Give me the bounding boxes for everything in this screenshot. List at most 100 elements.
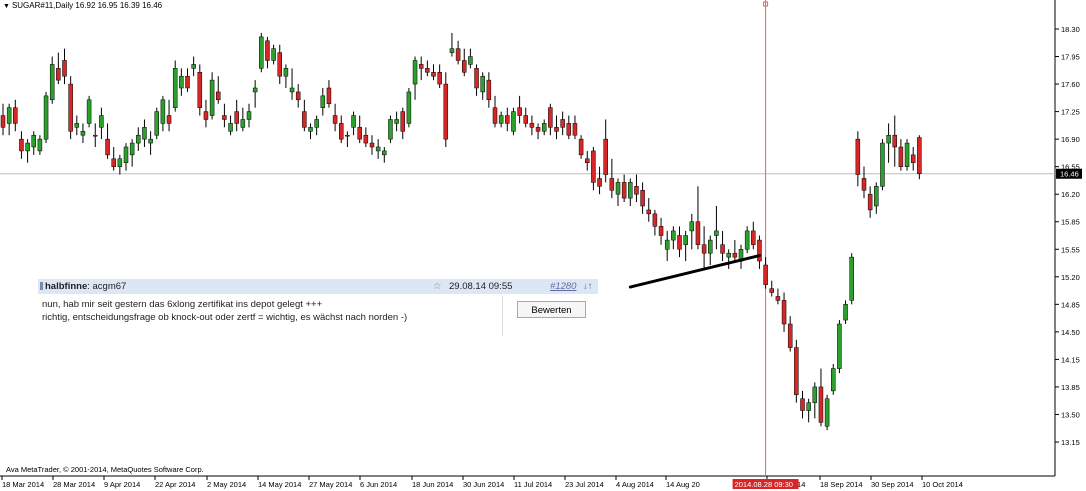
candle-body: [240, 119, 246, 128]
candle-body: [517, 107, 522, 116]
candle-body: [437, 72, 442, 85]
x-tick-label: 10 Oct 2014: [922, 480, 963, 489]
candle-body: [585, 158, 590, 163]
star-icon[interactable]: ☆: [433, 279, 442, 294]
candle-body: [769, 288, 774, 293]
x-tick-label: 23 Jul 2014: [565, 480, 604, 489]
candle-body: [880, 142, 885, 187]
candle-body: [566, 123, 572, 136]
candle-body: [474, 68, 479, 89]
candle-body: [394, 119, 399, 124]
candle-body: [314, 119, 319, 128]
y-tick-label: 15.20: [1061, 273, 1080, 282]
candle: [259, 32, 264, 73]
candle-body: [166, 115, 172, 124]
sort-arrows-icon[interactable]: ↓↑: [583, 279, 593, 294]
candle-body: [683, 235, 688, 245]
candle-body: [295, 91, 301, 101]
dropdown-triangle-icon[interactable]: ▼: [3, 3, 10, 10]
y-tick-label: 18.30: [1061, 25, 1080, 34]
candle-body: [904, 142, 910, 167]
comment-user[interactable]: halbfinne: [45, 281, 87, 292]
candle-body: [62, 60, 67, 77]
candle-body: [628, 182, 633, 199]
candle-body: [677, 235, 682, 250]
candle-body: [234, 111, 239, 124]
candle-body: [800, 398, 805, 411]
candle-body: [554, 127, 559, 132]
y-tick-label: 15.55: [1061, 245, 1080, 254]
candle-body: [701, 244, 707, 254]
candle-body: [86, 99, 92, 124]
cursor-date-label: 2014.08.28 09:30: [735, 480, 793, 489]
candle-body: [757, 239, 762, 262]
candle-body: [412, 60, 418, 85]
comment-line-1: nun, hab mir seit gestern das 6xlong zer…: [42, 299, 323, 310]
y-tick-label: 16.90: [1061, 135, 1080, 144]
candle-body: [646, 209, 651, 215]
candle-body: [529, 123, 535, 128]
y-tick-label: 16.20: [1061, 190, 1080, 199]
candle-body: [93, 134, 98, 137]
y-tick-label: 13.50: [1061, 410, 1080, 419]
candle-body: [744, 230, 750, 250]
candle-body: [775, 296, 781, 301]
candle-body: [99, 115, 104, 128]
candle-body: [216, 91, 221, 101]
comment-text: nun, hab mir seit gestern das 6xlong zer…: [42, 298, 407, 324]
candle-body: [68, 83, 73, 132]
candle-body: [523, 115, 528, 124]
candle-body: [277, 52, 282, 77]
candle-body: [209, 79, 215, 116]
candle: [880, 139, 885, 191]
x-tick-label: 4 Aug 2014: [616, 480, 654, 489]
x-tick-label: 30 Sep 2014: [871, 480, 914, 489]
candle-body: [818, 386, 824, 423]
candle: [86, 95, 92, 128]
candle-body: [418, 64, 424, 69]
candle-body: [308, 127, 313, 132]
candle-body: [357, 127, 362, 140]
candle-body: [382, 150, 387, 156]
rate-button[interactable]: Bewerten: [517, 301, 586, 318]
candle: [172, 60, 178, 112]
x-tick-label: 22 Apr 2014: [155, 480, 195, 489]
candle-body: [197, 72, 203, 108]
candle-body: [861, 178, 867, 191]
candle-body: [505, 115, 510, 124]
candle-body: [855, 138, 861, 175]
candle-body: [634, 186, 639, 195]
candle-body: [726, 252, 731, 258]
candle-body: [462, 60, 467, 73]
candle-body: [560, 119, 565, 128]
candle-body: [621, 182, 627, 199]
candle-body: [111, 158, 116, 167]
candle-body: [917, 137, 922, 174]
candle-body: [652, 213, 658, 227]
candle-body: [351, 115, 356, 128]
candle: [154, 107, 159, 140]
candle-body: [320, 95, 326, 108]
post-number-link[interactable]: #1280: [550, 279, 576, 294]
candle-body: [369, 142, 375, 148]
candle-body: [714, 230, 719, 236]
candle-body: [43, 95, 49, 140]
candle-body: [406, 91, 412, 124]
candle-body: [105, 138, 110, 156]
candle-body: [283, 68, 289, 77]
candle-body: [160, 99, 166, 124]
candle-body: [837, 323, 842, 369]
chart-title: ▼ SUGAR#11,Daily 16.92 16.95 16.39 16.46: [3, 1, 162, 10]
candle-body: [326, 87, 332, 104]
comment-divider: [502, 296, 503, 336]
candle-body: [123, 146, 129, 163]
x-tick-label: 6 Jun 2014: [360, 480, 397, 489]
candle-body: [468, 56, 473, 65]
candle: [904, 139, 910, 171]
candle-body: [794, 347, 799, 396]
candle-body: [117, 158, 123, 167]
y-tick-label: 17.60: [1061, 80, 1080, 89]
candle-body: [302, 111, 307, 128]
comment-line-2: richtig, entscheidungsfrage ob knock-out…: [42, 312, 408, 323]
candle-body: [609, 178, 615, 191]
